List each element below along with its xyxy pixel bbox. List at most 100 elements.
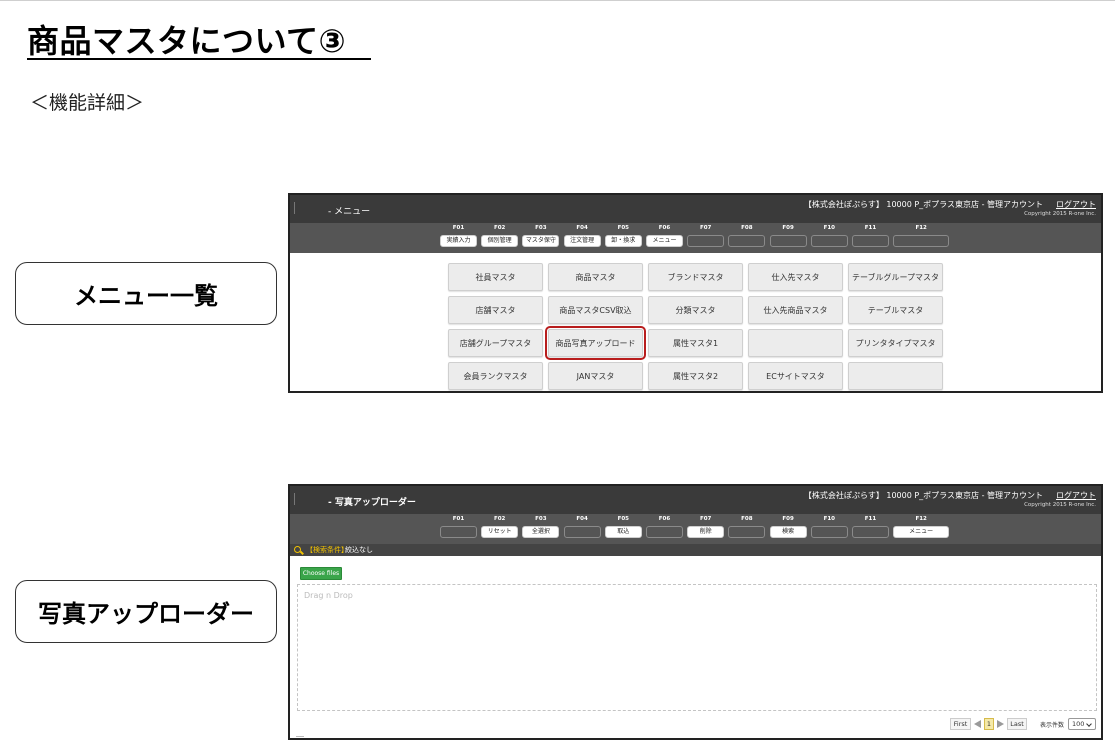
account-info: 【株式会社ぽぷらす】 10000 P_ポプラス東京店 - 管理アカウント	[803, 200, 1043, 209]
menu-tile[interactable]: 会員ランクマスタ	[448, 362, 543, 390]
prev-arrow-icon[interactable]	[974, 720, 981, 728]
fkey-button-f09[interactable]	[769, 235, 807, 247]
account-info: 【株式会社ぽぷらす】 10000 P_ポプラス東京店 - 管理アカウント	[803, 491, 1043, 500]
fkey-label: F12	[915, 516, 927, 522]
per-page-select[interactable]: 100	[1068, 718, 1096, 730]
search-condition-bar: 【検索条件】 絞込なし	[290, 544, 1101, 556]
fkey-f07: F07	[687, 223, 725, 253]
fkey-f09: F09 検索	[769, 514, 807, 544]
menu-tile[interactable]: 商品マスタ	[548, 263, 643, 291]
fkey-button-f12[interactable]	[893, 235, 950, 247]
fkey-f02: F02 リセット	[481, 514, 519, 544]
fkey-button-f02[interactable]: リセット	[481, 526, 519, 538]
fkey-button-f11[interactable]	[852, 526, 889, 538]
menu-tile[interactable]: 仕入先マスタ	[748, 263, 843, 291]
menu-tile[interactable]	[748, 329, 843, 357]
fkey-button-f04[interactable]	[563, 526, 601, 538]
fkey-label: F02	[493, 516, 506, 522]
uploader-screenshot: - 写真アップローダー 【株式会社ぽぷらす】 10000 P_ポプラス東京店 -…	[288, 484, 1103, 740]
fkey-button-f01[interactable]	[440, 526, 477, 538]
menu-tile[interactable]: 仕入先商品マスタ	[748, 296, 843, 324]
fkey-button-f03[interactable]: マスタ保守	[522, 235, 560, 247]
menu-function-key-bar: F01 実績入力 F02 個別管理 F03 マスタ保守 F04 注文管理 F05 卸・換求 F06 メ…	[290, 223, 1101, 253]
choose-files-button[interactable]: Choose files	[300, 567, 342, 580]
fkey-button-f08[interactable]	[728, 235, 766, 247]
current-page[interactable]: 1	[984, 718, 994, 730]
fkey-button-f06[interactable]: メニュー	[646, 235, 683, 247]
fkey-f07: F07 削除	[687, 514, 725, 544]
fkey-button-f01[interactable]: 実績入力	[440, 235, 477, 247]
menu-tile[interactable]: JANマスタ	[548, 362, 643, 390]
menu-tile[interactable]: 店舗グループマスタ	[448, 329, 543, 357]
fkey-button-f09[interactable]: 検索	[769, 526, 807, 538]
fkey-f01: F01 実績入力	[440, 223, 477, 253]
fkey-button-f08[interactable]	[728, 526, 766, 538]
logout-link[interactable]: ログアウト	[1056, 199, 1096, 210]
drop-zone-placeholder: Drag n Drop	[304, 591, 353, 600]
menu-tile[interactable]: テーブルグループマスタ	[848, 263, 943, 291]
next-arrow-icon[interactable]	[997, 720, 1004, 728]
fkey-button-f06[interactable]	[646, 526, 683, 538]
fkey-label: F08	[741, 516, 753, 522]
fkey-button-f07[interactable]	[687, 235, 725, 247]
menu-tile[interactable]: 社員マスタ	[448, 263, 543, 291]
menu-tile[interactable]: 店舗マスタ	[448, 296, 543, 324]
footer-mark	[296, 736, 304, 737]
fkey-label: F03	[535, 516, 547, 522]
drop-zone[interactable]: Drag n Drop	[297, 584, 1097, 711]
section-subtitle: ＜機能詳細＞	[30, 92, 145, 114]
fkey-button-f11[interactable]	[852, 235, 889, 247]
fkey-button-f12[interactable]: メニュー	[893, 526, 950, 538]
fkey-label: F10	[823, 516, 835, 522]
fkey-button-f03[interactable]: 全選択	[522, 526, 560, 538]
fkey-button-f10[interactable]	[810, 235, 848, 247]
fkey-label: F02	[493, 225, 506, 231]
fkey-f05: F05 卸・換求	[604, 223, 642, 253]
fkey-button-f05[interactable]: 卸・換求	[604, 235, 642, 247]
menu-tile[interactable]: 属性マスタ1	[648, 329, 743, 357]
title-underline	[27, 58, 371, 60]
first-page-button[interactable]: First	[950, 718, 971, 730]
fkey-label: F07	[699, 225, 712, 231]
page-title: 商品マスタについて③	[27, 22, 347, 60]
fkey-label: F11	[864, 225, 877, 231]
copyright-text: Copyright 2015 R-one Inc.	[1024, 502, 1096, 508]
last-page-button[interactable]: Last	[1007, 718, 1027, 730]
fkey-f02: F02 個別管理	[481, 223, 519, 253]
fkey-button-f02[interactable]: 個別管理	[481, 235, 519, 247]
fkey-label: F11	[864, 516, 877, 522]
menu-tile[interactable]: 商品マスタCSV取込	[548, 296, 643, 324]
menu-tile[interactable]: 属性マスタ2	[648, 362, 743, 390]
fkey-f06: F06 メニュー	[646, 223, 683, 253]
fkey-f10: F10	[810, 514, 848, 544]
menu-tile[interactable]: 商品写真アップロード	[545, 326, 646, 360]
menu-tile[interactable]: プリンタタイプマスタ	[848, 329, 943, 357]
menu-tile[interactable]: 分類マスタ	[648, 296, 743, 324]
fkey-label: F04	[576, 225, 588, 231]
fkey-button-f05[interactable]: 取込	[604, 526, 642, 538]
fkey-f10: F10	[810, 223, 848, 253]
app-logo	[294, 202, 295, 214]
fkey-label: F05	[617, 225, 629, 231]
menu-tile[interactable]: ブランドマスタ	[648, 263, 743, 291]
menu-tile[interactable]: ECサイトマスタ	[748, 362, 843, 390]
search-condition-value: 絞込なし	[345, 546, 373, 554]
per-page-label: 表示件数	[1040, 722, 1065, 729]
fkey-f11: F11	[852, 514, 889, 544]
fkey-button-f07[interactable]: 削除	[687, 526, 725, 538]
menu-tile[interactable]	[848, 362, 943, 390]
menu-screenshot: - メニュー 【株式会社ぽぷらす】 10000 P_ポプラス東京店 - 管理アカ…	[288, 193, 1103, 393]
uploader-function-key-bar: F01 F02 リセット F03 全選択 F04 F05 取込 F06 F07 削除 F08 F09 検索…	[290, 514, 1101, 544]
menu-tile[interactable]: テーブルマスタ	[848, 296, 943, 324]
fkey-label: F06	[658, 516, 671, 522]
logout-link[interactable]: ログアウト	[1056, 490, 1096, 501]
fkey-button-f10[interactable]	[810, 526, 848, 538]
fkey-button-f04[interactable]: 注文管理	[563, 235, 601, 247]
fkey-label: F08	[741, 225, 753, 231]
callout-menu-list: メニュー一覧	[15, 262, 277, 325]
app-logo	[294, 493, 295, 505]
fkey-f01: F01	[440, 514, 477, 544]
fkey-f05: F05 取込	[604, 514, 642, 544]
fkey-label: F06	[658, 225, 671, 231]
fkey-label: F12	[915, 225, 927, 231]
